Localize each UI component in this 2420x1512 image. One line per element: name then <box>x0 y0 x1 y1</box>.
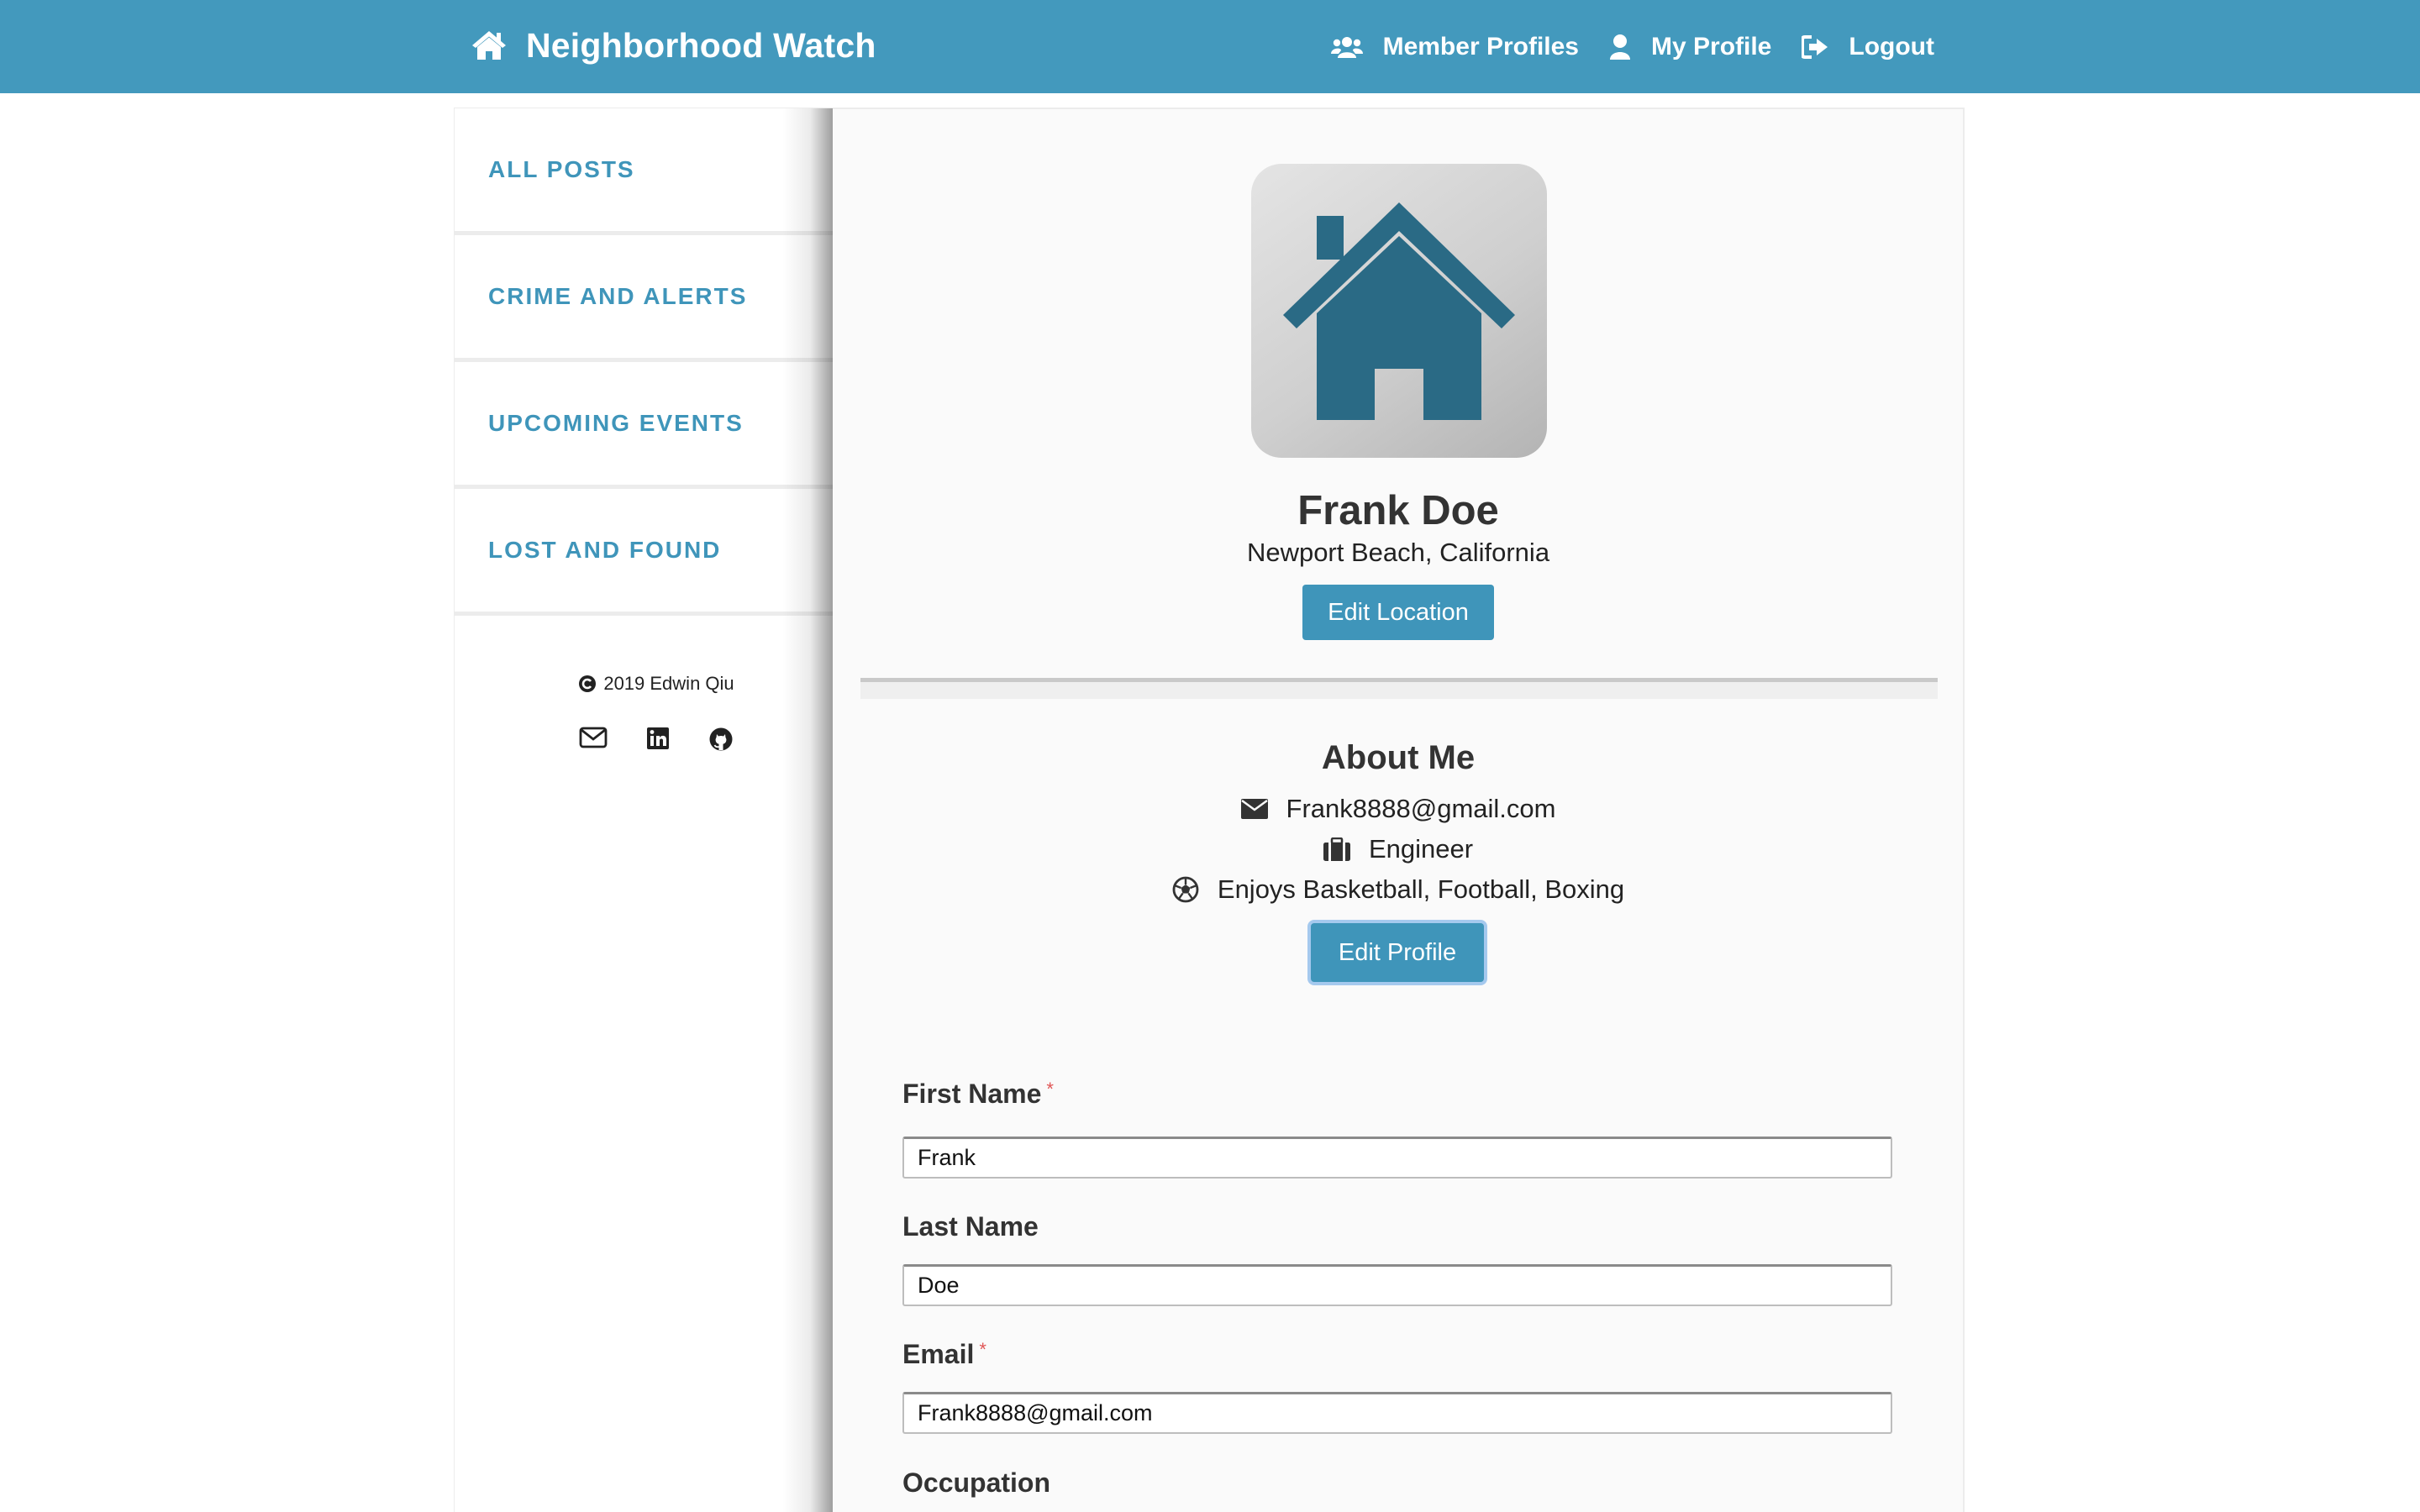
nav-logout[interactable]: Logout <box>1802 33 1934 61</box>
last-name-field[interactable] <box>902 1264 1892 1306</box>
sidebar: ALL POSTS CRIME AND ALERTS UPCOMING EVEN… <box>455 108 833 1512</box>
copyright: 2019 Edwin Qiu <box>455 673 858 695</box>
about-hobbies: Enjoys Basketball, Football, Boxing <box>834 874 1963 905</box>
about-occupation-text: Engineer <box>1368 834 1474 864</box>
sidebar-item-label: UPCOMING EVENTS <box>488 410 744 436</box>
home-icon <box>471 29 508 61</box>
briefcase-icon <box>1323 837 1350 861</box>
copyright-icon <box>578 675 597 693</box>
email-field[interactable] <box>902 1392 1892 1434</box>
first-name-label: First Name * <box>902 1079 1054 1110</box>
sidebar-item-label: CRIME AND ALERTS <box>488 283 748 309</box>
users-icon <box>1330 35 1363 59</box>
sign-out-icon <box>1802 35 1828 59</box>
nav-menu: Member Profiles My Profile Logout <box>1301 24 1934 71</box>
edit-location-button[interactable]: Edit Location <box>1302 585 1494 640</box>
user-icon <box>1609 34 1631 60</box>
soccer-ball-icon <box>1172 876 1199 903</box>
occupation-label: Occupation <box>902 1467 1051 1498</box>
about-me-heading: About Me <box>1321 739 1476 776</box>
nav-member-profiles-label: Member Profiles <box>1382 33 1579 60</box>
linkedin-icon[interactable] <box>646 727 670 752</box>
required-marker: * <box>979 1339 986 1360</box>
about-email-text: Frank8888@gmail.com <box>1286 794 1556 823</box>
nav-my-profile-label: My Profile <box>1651 33 1772 60</box>
sidebar-item-label: ALL POSTS <box>488 156 635 182</box>
last-name-label: Last Name <box>902 1211 1039 1242</box>
nav-logout-label: Logout <box>1849 33 1934 60</box>
about-hobbies-text: Enjoys Basketball, Football, Boxing <box>1217 874 1625 904</box>
email-label-text: Email <box>902 1339 975 1369</box>
github-icon[interactable] <box>708 727 734 752</box>
house-icon <box>1251 164 1547 458</box>
required-marker: * <box>1046 1079 1054 1100</box>
sidebar-item-lost-and-found[interactable]: LOST AND FOUND <box>455 489 833 616</box>
mail-icon[interactable] <box>579 727 608 752</box>
sidebar-item-label: LOST AND FOUND <box>488 537 722 563</box>
nav-my-profile[interactable]: My Profile <box>1609 33 1771 61</box>
brand-link[interactable]: Neighborhood Watch <box>471 20 876 71</box>
nav-member-profiles[interactable]: Member Profiles <box>1330 33 1579 61</box>
email-label: Email * <box>902 1339 986 1370</box>
sidebar-item-all-posts[interactable]: ALL POSTS <box>455 108 833 235</box>
section-divider <box>860 678 1938 699</box>
about-occupation: Engineer <box>834 834 1963 864</box>
profile-avatar <box>1251 164 1547 458</box>
sidebar-footer: 2019 Edwin Qiu <box>455 616 858 752</box>
sidebar-item-crime-and-alerts[interactable]: CRIME AND ALERTS <box>455 235 833 362</box>
profile-main: Frank Doe Newport Beach, California Edit… <box>834 109 1963 1512</box>
about-email: Frank8888@gmail.com <box>834 794 1963 824</box>
first-name-field[interactable] <box>902 1137 1892 1179</box>
brand-title: Neighborhood Watch <box>526 25 876 65</box>
envelope-icon <box>1240 799 1268 819</box>
navbar: Neighborhood Watch Member Profiles My Pr… <box>0 0 2420 93</box>
sidebar-item-upcoming-events[interactable]: UPCOMING EVENTS <box>455 362 833 489</box>
profile-name: Frank Doe <box>1297 488 1499 533</box>
social-links <box>455 727 858 752</box>
copyright-text: 2019 Edwin Qiu <box>603 673 734 694</box>
profile-location: Newport Beach, California <box>1246 538 1550 567</box>
first-name-label-text: First Name <box>902 1079 1042 1109</box>
edit-profile-button[interactable]: Edit Profile <box>1311 923 1484 982</box>
